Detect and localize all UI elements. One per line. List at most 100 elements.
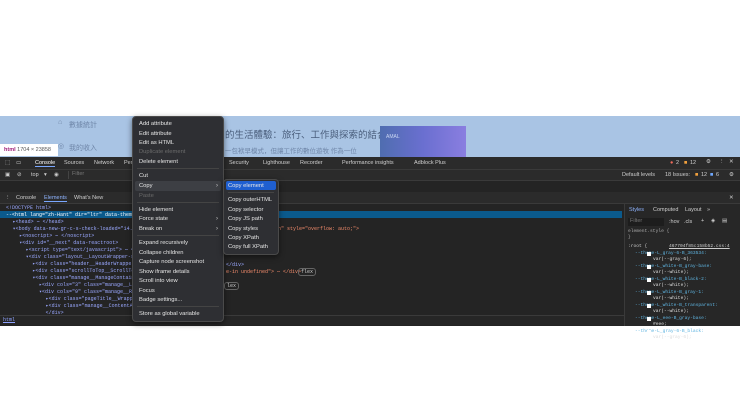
submenu-item-copy-xpath[interactable]: Copy XPath <box>228 235 259 241</box>
tab-network[interactable]: Network <box>94 160 114 166</box>
tab-recorder[interactable]: Recorder <box>300 160 323 166</box>
dom-node-row[interactable]: ▸<noscript> ⋯ </noscript> <box>19 233 94 239</box>
context-menu-item-capture-node-screenshot[interactable]: Capture node screenshot <box>139 259 204 265</box>
issues-info-count: 6 <box>716 172 720 178</box>
context-menu-item-duplicate-element: Duplicate element <box>139 149 186 155</box>
article-image[interactable]: AMAL <box>380 126 466 157</box>
submenu-item-copy-styles[interactable]: Copy styles <box>228 226 258 232</box>
context-menu-item-badge-settings[interactable]: Badge settings... <box>139 297 182 303</box>
css-var-name[interactable]: --theme-L_white-B_black-2: <box>635 277 707 282</box>
issues-label[interactable]: 18 Issues: <box>665 172 690 178</box>
context-menu-item-add-attribute[interactable]: Add attribute <box>139 121 172 127</box>
context-menu-item-expand-recursively[interactable]: Expand recursively <box>139 240 188 246</box>
article-heading[interactable]: 的生活體驗：旅行、工作與探索的結合 <box>225 127 387 141</box>
flex-badge[interactable]: lex <box>224 282 240 290</box>
error-count[interactable]: 2 <box>676 160 679 166</box>
dom-node-row[interactable]: --<html lang="zh-Hant" dir="ltr" data-th… <box>6 212 144 218</box>
tab-console[interactable]: Console <box>35 160 56 167</box>
css-var-name[interactable]: --theme-L_gray-6-B_363534: <box>635 251 707 256</box>
flex-badge[interactable]: flex <box>298 268 317 276</box>
chevron-down-icon: ▾ <box>44 172 47 178</box>
color-swatch[interactable] <box>647 265 651 269</box>
warning-count[interactable]: 12 <box>690 160 696 166</box>
drawer-menu-icon[interactable]: ⋮ <box>5 195 11 201</box>
drawer-tab-whats-new[interactable]: What's New <box>74 195 103 201</box>
context-menu-item-cut[interactable]: Cut <box>139 173 148 179</box>
paint-icon[interactable]: ◈ <box>711 218 715 224</box>
layout-tab[interactable]: Layout <box>685 207 702 213</box>
submenu-item-copy-selector[interactable]: Copy selector <box>228 207 263 213</box>
dom-node-row[interactable]: ▸<div class="scrollToTop__ScrollToTop <box>32 268 143 274</box>
context-menu-item-focus[interactable]: Focus <box>139 288 155 294</box>
tab-lighthouse[interactable]: Lighthouse <box>263 160 290 166</box>
color-swatch[interactable] <box>647 317 651 321</box>
drawer-tab-console[interactable]: Console <box>16 195 36 201</box>
inspect-icon[interactable]: ⬚ <box>5 160 10 166</box>
dom-right-fragment: </div> <box>226 262 245 268</box>
device-toggle-icon[interactable]: ▭ <box>16 160 21 166</box>
close-drawer-icon[interactable]: ✕ <box>729 195 734 201</box>
context-menu-item-copy[interactable]: Copy <box>139 183 153 189</box>
css-var-name[interactable]: --theme-L_eee-B_gray-base: <box>635 316 707 321</box>
stylesheet-link[interactable]: 467704f85c158b52.css:4 <box>669 244 730 249</box>
cls-toggle[interactable]: .cls <box>684 219 692 225</box>
css-var-name[interactable]: --theme-L_gray-6-B_black: <box>635 329 704 334</box>
context-menu-item-hide-element[interactable]: Hide element <box>139 207 173 213</box>
context-menu-item-scroll-into-view[interactable]: Scroll into view <box>139 278 178 284</box>
breadcrumb-html[interactable]: html <box>3 317 15 323</box>
default-levels-dropdown[interactable]: Default levels <box>622 172 655 178</box>
dom-node-row[interactable]: ▾<div class="manage__ManageContainer- <box>32 275 143 281</box>
dom-node-row[interactable]: <!DOCTYPE html> <box>6 205 51 211</box>
dom-node-row[interactable]: ▸<div cols="3" class="manage__LeftBa <box>39 282 147 288</box>
css-var-name[interactable]: --theme-L_white-B_gray-1: <box>635 290 704 295</box>
context-menu-item-edit-as-html[interactable]: Edit as HTML <box>139 140 174 146</box>
menu-separator <box>137 306 219 307</box>
hov-toggle[interactable]: :hov <box>669 219 679 225</box>
color-swatch[interactable] <box>647 291 651 295</box>
context-menu-item-collapse-children[interactable]: Collapse children <box>139 250 183 256</box>
submenu-item-copy-element[interactable]: Copy element <box>228 183 264 189</box>
context-menu-item-delete-element[interactable]: Delete element <box>139 159 178 165</box>
more-tabs-icon[interactable]: » <box>707 207 710 213</box>
computed-tab[interactable]: Computed <box>653 207 678 213</box>
dom-node-row[interactable]: ▾<body data-new-gr-c-s-check-loaded="14.… <box>13 226 142 232</box>
dom-node-row[interactable]: ▸<script type="text/javascript"> ⋯ </sc <box>26 247 143 253</box>
sidebar-toggle-icon[interactable]: ▣ <box>5 172 10 178</box>
tab-security[interactable]: Security <box>229 160 249 166</box>
dom-node-row[interactable]: ▸<div class="header__HeaderWrapper-sc <box>32 261 143 267</box>
clear-console-icon[interactable]: ⊘ <box>17 172 22 178</box>
context-select[interactable]: top <box>31 172 39 178</box>
context-menu-item-show-iframe-details[interactable]: Show iframe details <box>139 269 190 275</box>
context-menu-item-store-as-global-variable[interactable]: Store as global variable <box>139 311 200 317</box>
dom-node-row[interactable]: ▾<div id="__next" data-reactroot> <box>19 240 118 246</box>
eye-icon[interactable]: ◉ <box>54 172 59 178</box>
context-menu-item-break-on[interactable]: Break on <box>139 226 162 232</box>
color-swatch[interactable] <box>647 330 651 334</box>
dom-node-row[interactable]: ▸<head> ⋯ </head> <box>13 219 64 225</box>
add-rule-icon[interactable]: + <box>701 218 704 224</box>
submenu-item-copy-outerhtml[interactable]: Copy outerHTML <box>228 197 272 203</box>
tab-sources[interactable]: Sources <box>64 160 84 166</box>
sidebar-item-income[interactable]: 我的收入 <box>69 143 97 153</box>
dom-node-row[interactable]: ▾<div cols="9" class="manage__RightC <box>39 289 147 295</box>
color-swatch[interactable] <box>647 252 651 256</box>
styles-tab[interactable]: Styles <box>629 207 644 213</box>
styles-filter-input[interactable]: Filter <box>628 218 664 226</box>
computed-sidebar-icon[interactable]: ▤ <box>722 218 727 224</box>
submenu-item-copy-js-path[interactable]: Copy JS path <box>228 216 263 222</box>
drawer-tab-elements[interactable]: Elements <box>44 195 67 202</box>
color-swatch[interactable] <box>647 278 651 282</box>
context-menu-item-edit-attribute[interactable]: Edit attribute <box>139 131 172 137</box>
menu-separator <box>137 168 219 169</box>
dom-node-row[interactable]: ▾<div class="layout__LayoutWrapper-sc-d <box>26 254 143 260</box>
sidebar-item-stats[interactable]: 數據統計 <box>69 120 97 130</box>
color-swatch[interactable] <box>647 304 651 308</box>
tab-adblock-plus[interactable]: Adblock Plus <box>414 160 446 166</box>
console-settings-icon[interactable]: ⚙ <box>729 172 734 178</box>
tab-performance-insights[interactable]: Performance insights <box>342 160 394 166</box>
settings-icon[interactable]: ⚙ <box>706 159 711 165</box>
context-menu-item-force-state[interactable]: Force state <box>139 216 168 222</box>
submenu-item-copy-full-xpath[interactable]: Copy full XPath <box>228 244 268 250</box>
close-devtools-icon[interactable]: ✕ <box>729 159 734 165</box>
more-options-icon[interactable]: ⋮ <box>719 159 725 165</box>
